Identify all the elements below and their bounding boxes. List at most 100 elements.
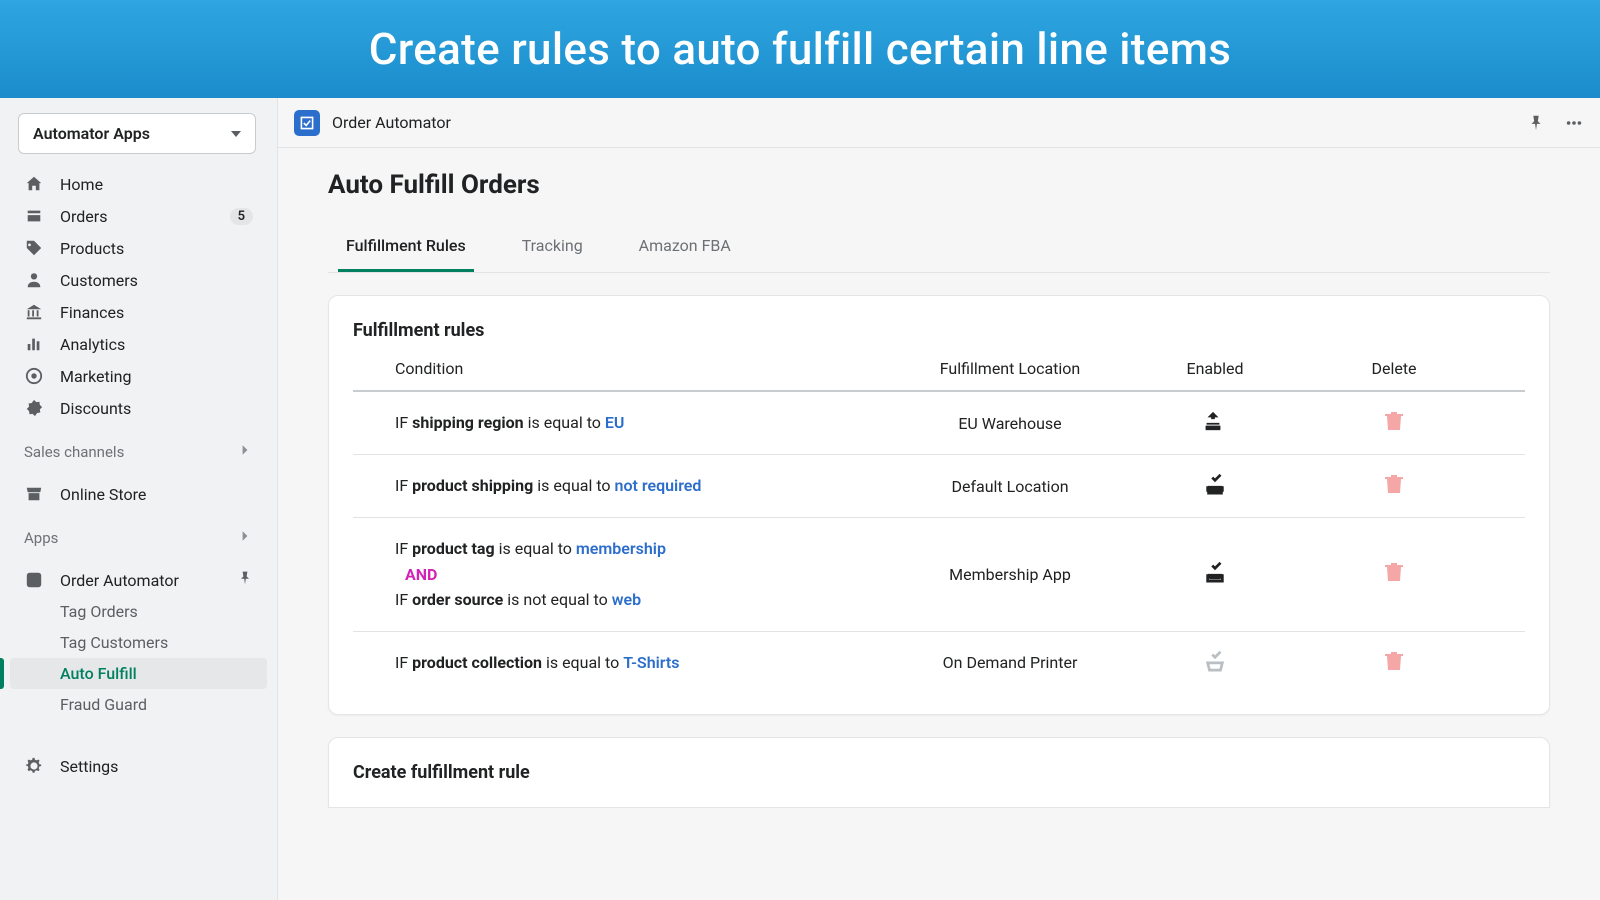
enabled-toggle[interactable]: [1125, 410, 1305, 436]
section-sales-channels[interactable]: Sales channels: [10, 424, 267, 468]
delete-button[interactable]: [1305, 561, 1483, 587]
person-icon: [24, 270, 44, 290]
discount-icon: [24, 398, 44, 418]
condition-value[interactable]: membership: [576, 539, 666, 558]
section-apps[interactable]: Apps: [10, 510, 267, 554]
nav-customers[interactable]: Customers: [10, 264, 267, 296]
nav-label: Settings: [60, 757, 118, 776]
subnav-auto-fulfill[interactable]: Auto Fulfill: [10, 658, 267, 689]
location-cell: Default Location: [895, 477, 1125, 496]
keyword-if: IF: [395, 476, 408, 495]
target-icon: [24, 366, 44, 386]
condition-value[interactable]: EU: [605, 413, 625, 432]
rule-row: IF product tag is equal to membership AN…: [353, 518, 1525, 632]
condition-cell: IF product tag is equal to membership AN…: [395, 536, 895, 613]
nav-analytics[interactable]: Analytics: [10, 328, 267, 360]
card-title: Create fulfillment rule: [353, 762, 1525, 783]
home-icon: [24, 174, 44, 194]
condition-op: is equal to: [546, 653, 619, 672]
inbox-icon: [24, 206, 44, 226]
nav-label: Orders: [60, 207, 107, 226]
app-icon: [24, 570, 44, 590]
nav-online-store[interactable]: Online Store: [10, 478, 267, 510]
keyword-if: IF: [395, 590, 408, 609]
app-logo-icon: [294, 110, 320, 136]
keyword-if: IF: [395, 653, 408, 672]
condition-field: order source: [412, 590, 503, 609]
chevron-right-icon: [237, 528, 253, 548]
subnav-tag-orders[interactable]: Tag Orders: [10, 596, 267, 627]
condition-value[interactable]: T-Shirts: [623, 653, 679, 672]
store-selector[interactable]: Automator Apps: [18, 113, 256, 154]
gear-icon: [24, 756, 44, 776]
tab-tracking[interactable]: Tracking: [514, 224, 591, 272]
condition-op: is equal to: [537, 476, 610, 495]
tab-fulfillment-rules[interactable]: Fulfillment Rules: [338, 224, 474, 272]
app-bar: Order Automator: [278, 98, 1600, 148]
subnav-tag-customers[interactable]: Tag Customers: [10, 627, 267, 658]
condition-field: product collection: [412, 653, 542, 672]
rules-table-header: Condition Fulfillment Location Enabled D…: [353, 359, 1525, 392]
pin-icon[interactable]: [1526, 113, 1546, 133]
delete-button[interactable]: [1305, 650, 1483, 676]
keyword-and: AND: [405, 565, 437, 584]
nav-label: Online Store: [60, 485, 146, 504]
subnav-fraud-guard[interactable]: Fraud Guard: [10, 689, 267, 720]
condition-op: is equal to: [528, 413, 601, 432]
nav-products[interactable]: Products: [10, 232, 267, 264]
enabled-toggle[interactable]: [1125, 473, 1305, 499]
condition-field: product shipping: [412, 476, 533, 495]
condition-value[interactable]: not required: [615, 476, 702, 495]
enabled-toggle[interactable]: [1125, 650, 1305, 676]
nav-label: Customers: [60, 271, 138, 290]
nav-label: Products: [60, 239, 124, 258]
condition-cell: IF shipping region is equal to EU: [395, 410, 895, 436]
nav-label: Discounts: [60, 399, 131, 418]
fulfillment-rules-card: Fulfillment rules Condition Fulfillment …: [328, 295, 1550, 715]
nav-label: Marketing: [60, 367, 131, 386]
nav-finances[interactable]: Finances: [10, 296, 267, 328]
header-location: Fulfillment Location: [895, 359, 1125, 378]
app-order-automator[interactable]: Order Automator: [10, 564, 267, 596]
tabs: Fulfillment Rules Tracking Amazon FBA: [328, 224, 1550, 273]
pin-icon[interactable]: [237, 570, 253, 590]
store-icon: [24, 484, 44, 504]
header-enabled: Enabled: [1125, 359, 1305, 378]
card-title: Fulfillment rules: [329, 320, 1549, 359]
location-cell: Membership App: [895, 565, 1125, 584]
condition-op: is not equal to: [507, 590, 607, 609]
nav-discounts[interactable]: Discounts: [10, 392, 267, 424]
hero-banner: Create rules to auto fulfill certain lin…: [0, 0, 1600, 98]
tab-amazon-fba[interactable]: Amazon FBA: [631, 224, 739, 272]
nav-label: Finances: [60, 303, 124, 322]
condition-field: product tag: [412, 539, 494, 558]
condition-op: is equal to: [499, 539, 572, 558]
nav-label: Home: [60, 175, 103, 194]
condition-field: shipping region: [412, 413, 523, 432]
bank-icon: [24, 302, 44, 322]
nav-home[interactable]: Home: [10, 168, 267, 200]
more-icon[interactable]: [1564, 113, 1584, 133]
rule-row: IF product shipping is equal to not requ…: [353, 455, 1525, 518]
create-rule-card: Create fulfillment rule: [328, 737, 1550, 808]
header-condition: Condition: [395, 359, 895, 378]
delete-button[interactable]: [1305, 473, 1483, 499]
orders-count-badge: 5: [230, 208, 253, 225]
location-cell: EU Warehouse: [895, 414, 1125, 433]
page-title: Auto Fulfill Orders: [328, 170, 1550, 200]
location-cell: On Demand Printer: [895, 653, 1125, 672]
content-area: Order Automator Auto Fulfill Orders Fulf…: [278, 98, 1600, 900]
section-label: Apps: [24, 529, 58, 547]
delete-button[interactable]: [1305, 410, 1483, 436]
chart-icon: [24, 334, 44, 354]
nav-label: Order Automator: [60, 571, 179, 590]
enabled-toggle[interactable]: [1125, 561, 1305, 587]
section-label: Sales channels: [24, 443, 124, 461]
condition-value[interactable]: web: [612, 590, 641, 609]
nav-settings[interactable]: Settings: [10, 750, 267, 782]
hero-title: Create rules to auto fulfill certain lin…: [369, 23, 1231, 75]
keyword-if: IF: [395, 413, 408, 432]
nav-marketing[interactable]: Marketing: [10, 360, 267, 392]
app-bar-title: Order Automator: [332, 113, 451, 132]
nav-orders[interactable]: Orders 5: [10, 200, 267, 232]
